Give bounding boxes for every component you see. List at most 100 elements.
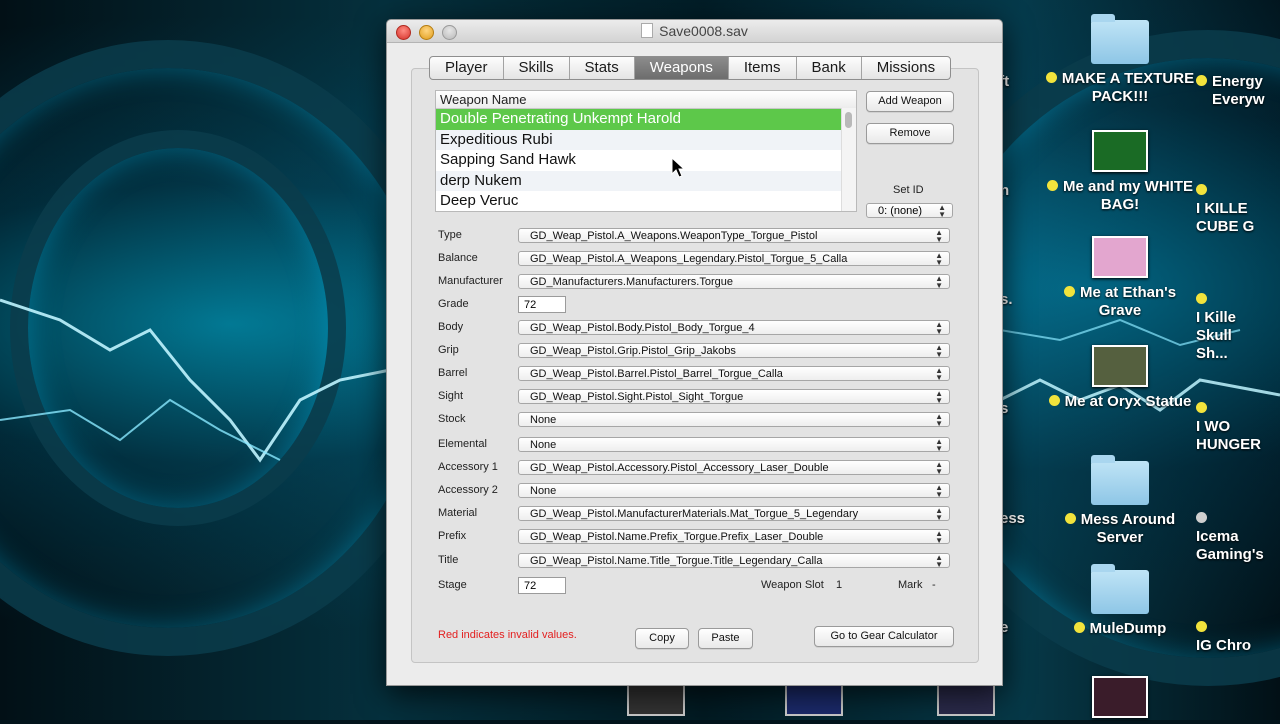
- weapon-list[interactable]: Weapon Name Double Penetrating Unkempt H…: [435, 90, 857, 212]
- weapon-slot-value: 1: [836, 579, 843, 591]
- desktop-item-label: Me at Oryx Statue: [1064, 393, 1192, 410]
- popup-arrows-icon: ▲ ▼: [935, 251, 943, 267]
- popup-arrows-icon: ▲ ▼: [935, 483, 943, 499]
- desktop-item-mess-around[interactable]: Mess Around Server: [1045, 455, 1195, 547]
- desktop-item-label: IG Chro: [1196, 637, 1251, 654]
- type-value: GD_Weap_Pistol.A_Weapons.WeaponType_Torg…: [530, 230, 818, 242]
- body-label: Body: [438, 321, 464, 333]
- desktop-item-energy[interactable]: Energy Everyw: [1196, 73, 1280, 109]
- accessory-1-label: Accessory 1: [438, 461, 498, 473]
- tab-bank[interactable]: Bank: [797, 57, 862, 79]
- accessory-1-value: GD_Weap_Pistol.Accessory.Pistol_Accessor…: [530, 462, 829, 474]
- tag-dot-icon: [1196, 621, 1207, 632]
- remove-weapon-button[interactable]: Remove: [866, 123, 954, 144]
- tag-dot-icon: [1048, 395, 1060, 406]
- sight-popup[interactable]: GD_Weap_Pistol.Sight.Pistol_Sight_Torgue…: [518, 389, 950, 405]
- tag-dot-icon: [1045, 72, 1057, 83]
- type-popup[interactable]: GD_Weap_Pistol.A_Weapons.WeaponType_Torg…: [518, 228, 950, 244]
- grade-label: Grade: [438, 298, 469, 310]
- desktop-fragment-label: n: [1000, 182, 1010, 199]
- desktop-item-skull[interactable]: I Kille Skull Sh...: [1196, 291, 1280, 363]
- barrel-popup[interactable]: GD_Weap_Pistol.Barrel.Pistol_Barrel_Torg…: [518, 366, 950, 382]
- popup-arrows-icon: ▲ ▼: [935, 320, 943, 336]
- desktop-fragment-label: s: [1000, 400, 1009, 417]
- weapon-list-row[interactable]: Deep Veruc: [436, 191, 856, 212]
- desktop-item-partial[interactable]: [1045, 676, 1195, 724]
- desktop-item-cube[interactable]: I KILLE CUBE G: [1196, 182, 1280, 236]
- manufacturer-label: Manufacturer: [438, 275, 503, 287]
- accessory-2-value: None: [530, 485, 557, 497]
- title-value: GD_Weap_Pistol.Name.Title_Torgue.Title_L…: [530, 555, 823, 567]
- desktop-item-label: Icema Gaming's: [1196, 528, 1264, 563]
- tab-items[interactable]: Items: [729, 57, 797, 79]
- popup-arrows-icon: ▲ ▼: [935, 506, 943, 522]
- material-value: GD_Weap_Pistol.ManufacturerMaterials.Mat…: [530, 508, 859, 520]
- desktop-item-label: I KILLE CUBE G: [1196, 200, 1255, 235]
- title-popup[interactable]: GD_Weap_Pistol.Name.Title_Torgue.Title_L…: [518, 553, 950, 569]
- add-weapon-button[interactable]: Add Weapon: [866, 91, 954, 112]
- popup-arrows-icon: ▲ ▼: [935, 437, 943, 453]
- desktop-item-ethans-grave[interactable]: Me at Ethan's Grave: [1045, 236, 1195, 320]
- grip-popup[interactable]: GD_Weap_Pistol.Grip.Pistol_Grip_Jakobs ▲ ▼: [518, 343, 950, 359]
- weapon-list-row[interactable]: Sapping Sand Hawk: [436, 150, 856, 171]
- tag-dot-icon: [1063, 286, 1075, 297]
- manufacturer-popup[interactable]: GD_Manufacturers.Manufacturers.Torgue ▲ ▼: [518, 274, 950, 290]
- accessory-1-popup[interactable]: GD_Weap_Pistol.Accessory.Pistol_Accessor…: [518, 460, 950, 476]
- mark-value: -: [932, 579, 936, 591]
- desktop-item-oryx-statue[interactable]: Me at Oryx Statue: [1045, 345, 1195, 411]
- popup-arrows-icon: ▲ ▼: [935, 412, 943, 428]
- prefix-popup[interactable]: GD_Weap_Pistol.Name.Prefix_Torgue.Prefix…: [518, 529, 950, 545]
- tab-stats[interactable]: Stats: [570, 57, 635, 79]
- stock-popup[interactable]: None ▲ ▼: [518, 412, 950, 428]
- paste-button[interactable]: Paste: [698, 628, 753, 649]
- mark-label: Mark: [898, 579, 923, 591]
- grade-field[interactable]: 72: [518, 296, 566, 313]
- tab-player[interactable]: Player: [430, 57, 504, 79]
- folder-icon: [1091, 455, 1149, 505]
- copy-button[interactable]: Copy: [635, 628, 689, 649]
- tag-dot-icon: [1196, 402, 1207, 413]
- body-popup[interactable]: GD_Weap_Pistol.Body.Pistol_Body_Torgue_4…: [518, 320, 950, 336]
- stage-field[interactable]: 72: [518, 577, 566, 594]
- popup-arrows-icon: ▲ ▼: [935, 366, 943, 382]
- desktop-item-muledump[interactable]: MuleDump: [1045, 564, 1195, 638]
- popup-arrows-icon: ▲ ▼: [938, 203, 946, 219]
- desktop-item-ig[interactable]: IG Chro: [1196, 619, 1280, 655]
- material-popup[interactable]: GD_Weap_Pistol.ManufacturerMaterials.Mat…: [518, 506, 950, 522]
- weapon-list-scrollbar[interactable]: [841, 108, 856, 211]
- desktop-fragment-label: e: [1000, 619, 1009, 636]
- desktop-item-label: Me and my WHITE BAG!: [1062, 178, 1193, 213]
- image-thumbnail-icon: [1092, 130, 1148, 172]
- weapon-list-header[interactable]: Weapon Name: [436, 91, 856, 109]
- set-id-popup[interactable]: 0: (none) ▲ ▼: [866, 203, 953, 219]
- elemental-popup[interactable]: None ▲ ▼: [518, 437, 950, 453]
- tab-weapons[interactable]: Weapons: [634, 57, 729, 79]
- set-id-value: 0: (none): [878, 205, 923, 217]
- popup-arrows-icon: ▲ ▼: [935, 553, 943, 569]
- tab-skills[interactable]: Skills: [504, 57, 570, 79]
- weapon-list-row[interactable]: Expeditious Rubi: [436, 129, 856, 151]
- desktop-fragment-label: ess: [1000, 510, 1026, 527]
- stock-label: Stock: [438, 413, 466, 425]
- tag-dot-icon: [1196, 75, 1207, 86]
- balance-popup[interactable]: GD_Weap_Pistol.A_Weapons_Legendary.Pisto…: [518, 251, 950, 267]
- window-title: Save0008.sav: [659, 23, 748, 39]
- folder-icon: [1091, 14, 1149, 64]
- barrel-value: GD_Weap_Pistol.Barrel.Pistol_Barrel_Torg…: [530, 368, 783, 380]
- desktop-item-white-bag[interactable]: Me and my WHITE BAG!: [1045, 130, 1195, 214]
- desktop-item-hunger[interactable]: I WO HUNGER: [1196, 400, 1280, 454]
- desktop-item-label: Energy Everyw: [1212, 73, 1265, 108]
- weapon-list-row[interactable]: Double Penetrating Unkempt Harold: [436, 109, 856, 130]
- desktop-item-label: Mess Around Server: [1080, 511, 1176, 546]
- desktop-item-label: I Kille Skull Sh...: [1196, 309, 1237, 362]
- desktop-item-texture-pack[interactable]: MAKE A TEXTURE PACK!!!: [1045, 14, 1195, 106]
- gear-calculator-button[interactable]: Go to Gear Calculator: [814, 626, 954, 647]
- image-thumbnail-icon: [1092, 345, 1148, 387]
- window-titlebar[interactable]: Save0008.sav: [387, 20, 1002, 43]
- tab-missions[interactable]: Missions: [862, 57, 950, 79]
- accessory-2-popup[interactable]: None ▲ ▼: [518, 483, 950, 499]
- scrollbar-knob[interactable]: [845, 112, 852, 128]
- popup-arrows-icon: ▲ ▼: [935, 529, 943, 545]
- desktop-item-icema[interactable]: Icema Gaming's: [1196, 510, 1280, 564]
- weapon-list-row[interactable]: derp Nukem: [436, 170, 856, 192]
